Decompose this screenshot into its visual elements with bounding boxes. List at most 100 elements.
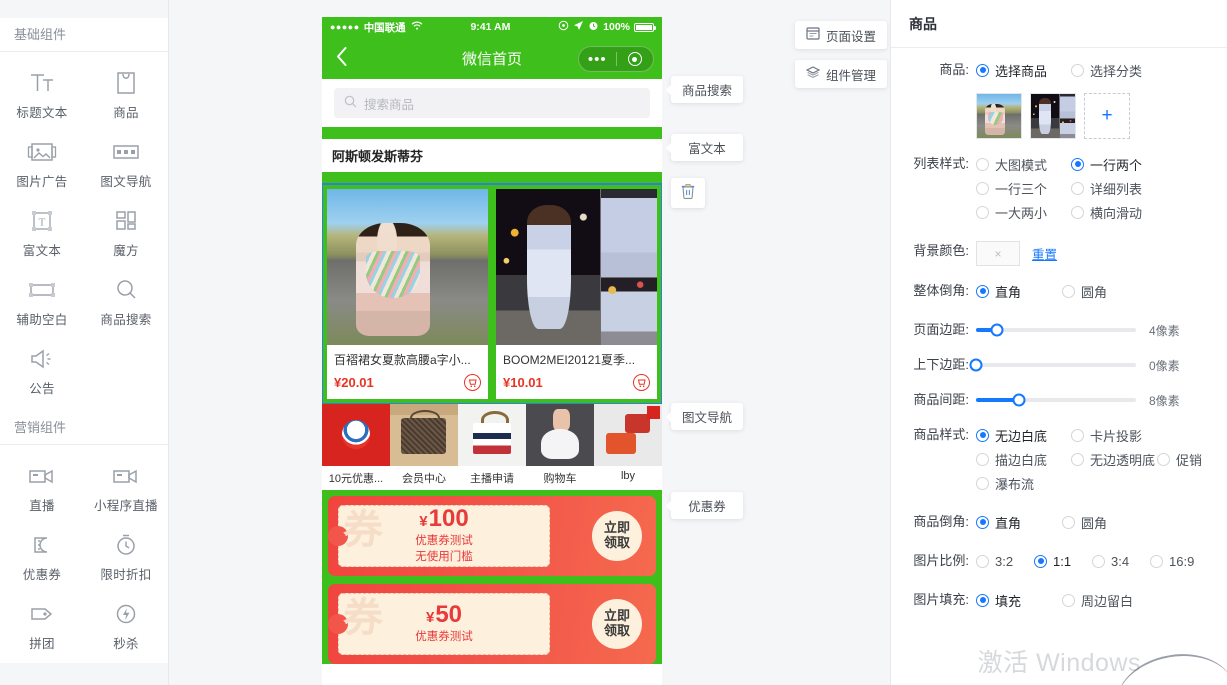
widget-label-image-nav[interactable]: 图文导航	[671, 403, 743, 430]
sidebar-item-announcement[interactable]: 公告	[0, 336, 84, 405]
radio-detail-list[interactable]: 详细列表	[1071, 178, 1142, 198]
cart-icon[interactable]	[633, 374, 650, 391]
goods-search-icon	[113, 275, 139, 305]
goods-card[interactable]: BOOM2MEI20121夏季... ¥10.01	[496, 189, 657, 399]
radio-card-shadow[interactable]: 卡片投影	[1071, 425, 1142, 445]
radio-waterfall[interactable]: 瀑布流	[976, 473, 1071, 493]
radio-borderless-transparent[interactable]: 无边透明底	[1071, 449, 1157, 469]
sidebar-item-image-nav[interactable]: 图文导航	[84, 129, 168, 198]
row-goods-source: 商品: 选择商品 选择分类 +	[891, 60, 1213, 139]
widget-coupon-list[interactable]: 券 ¥100 优惠券测试 无使用门槛 立即 领取 券 ¥50 优惠券测试 立即 …	[322, 490, 662, 664]
widget-label-text: 图文导航	[681, 411, 732, 425]
option-label: 周边留白	[1081, 593, 1134, 609]
green-spacer-1	[322, 127, 662, 139]
sidebar-item-miniprogram-live[interactable]: 小程序直播	[84, 453, 168, 522]
wechat-capsule[interactable]: •••	[578, 46, 654, 72]
image-fill-options: 填充 周边留白	[976, 590, 1213, 614]
radio-ratio-1-1[interactable]: 1:1	[1034, 551, 1092, 571]
goods-thumbnail[interactable]	[1030, 93, 1076, 139]
more-dots-icon[interactable]: •••	[579, 52, 616, 67]
image-nav-item[interactable]: lby	[594, 404, 662, 490]
row-goods-gap: 商品间距: 8像素	[891, 390, 1213, 410]
component-sidebar: 基础组件 标题文本 商品 图片广告 图文导航 T 富文本 魔方 辅助空白 商品搜…	[0, 0, 169, 685]
sidebar-item-blank-space[interactable]: 辅助空白	[0, 267, 84, 336]
radio-padded[interactable]: 周边留白	[1062, 590, 1133, 610]
radio-two-per-row[interactable]: 一行两个	[1071, 154, 1142, 174]
signal-dots-icon: ●●●●●	[330, 22, 360, 32]
radio-ratio-3-2[interactable]: 3:2	[976, 551, 1034, 571]
option-label: 圆角	[1081, 284, 1108, 300]
rich-text-icon: T	[29, 206, 55, 236]
status-right-icons: 100%	[558, 20, 656, 34]
goods-thumbnail[interactable]	[976, 93, 1022, 139]
sidebar-item-coupon[interactable]: 优惠券	[0, 522, 84, 591]
radio-indicator	[1092, 554, 1105, 568]
radio-goods-square-corner[interactable]: 直角	[976, 512, 1062, 532]
page-margin-slider[interactable]	[976, 323, 1136, 337]
sidebar-item-live[interactable]: 直播	[0, 453, 84, 522]
widget-goods-grid[interactable]: 百褶裙女夏款高腰a字小... ¥20.01 BOOM2MEI20121夏季...…	[322, 183, 662, 405]
page-settings-button[interactable]: 页面设置	[795, 21, 888, 49]
image-nav-label: lby	[620, 470, 636, 482]
widget-label-coupon[interactable]: 优惠券	[671, 492, 743, 519]
radio-one-big-two-small[interactable]: 一大两小	[976, 202, 1071, 222]
image-nav-item[interactable]: 主播申请	[458, 404, 526, 490]
goods-gap-slider[interactable]	[976, 393, 1136, 407]
sidebar-item-timed-discount[interactable]: 限时折扣	[84, 522, 168, 591]
back-chevron-icon[interactable]	[322, 46, 360, 70]
image-nav-item[interactable]: 会员中心	[390, 404, 458, 490]
goods-card[interactable]: 百褶裙女夏款高腰a字小... ¥20.01	[327, 189, 488, 399]
sidebar-item-goods-search[interactable]: 商品搜索	[84, 267, 168, 336]
cart-icon[interactable]	[464, 374, 481, 391]
widget-rich-text[interactable]: 阿斯顿发斯蒂芬	[322, 139, 662, 172]
coupon-card[interactable]: 券 ¥100 优惠券测试 无使用门槛 立即 领取	[328, 496, 656, 576]
coupon-claim-button[interactable]: 立即 领取	[592, 599, 642, 649]
radio-borderless-white[interactable]: 无边白底	[976, 425, 1071, 445]
target-icon[interactable]	[617, 52, 654, 66]
radio-indicator	[976, 284, 989, 298]
sidebar-item-group-buy[interactable]: 拼团	[0, 591, 84, 660]
sidebar-item-rich-text[interactable]: T 富文本	[0, 198, 84, 267]
widget-label-goods-search[interactable]: 商品搜索	[671, 76, 743, 103]
goods-price: ¥20.01	[334, 375, 374, 390]
sidebar-item-title-text[interactable]: 标题文本	[0, 60, 84, 129]
search-input[interactable]: 搜索商品	[334, 88, 650, 118]
widget-goods-search[interactable]: 搜索商品	[322, 79, 662, 127]
sidebar-item-label: 魔方	[113, 244, 139, 258]
radio-big-image-mode[interactable]: 大图模式	[976, 154, 1071, 174]
radio-indicator	[976, 593, 989, 607]
radio-goods-round-corner[interactable]: 圆角	[1062, 512, 1107, 532]
coupon-card[interactable]: 券 ¥50 优惠券测试 立即 领取	[328, 584, 656, 664]
radio-promotion[interactable]: 促销	[1157, 449, 1202, 469]
sidebar-item-label: 小程序直播	[93, 499, 158, 513]
vertical-margin-slider[interactable]	[969, 358, 1136, 372]
radio-square-corner[interactable]: 直角	[976, 281, 1062, 301]
option-label: 选择分类	[1090, 63, 1143, 79]
sidebar-item-seckill[interactable]: 秒杀	[84, 591, 168, 660]
radio-round-corner[interactable]: 圆角	[1062, 281, 1107, 301]
radio-outlined-white[interactable]: 描边白底	[976, 449, 1071, 469]
radio-select-category[interactable]: 选择分类	[1071, 60, 1142, 80]
radio-ratio-3-4[interactable]: 3:4	[1092, 551, 1150, 571]
radio-select-goods[interactable]: 选择商品	[976, 60, 1071, 80]
row-label: 整体倒角:	[913, 283, 969, 298]
delete-widget-button[interactable]	[671, 178, 705, 208]
option-label: 直角	[995, 284, 1022, 300]
radio-three-per-row[interactable]: 一行三个	[976, 178, 1071, 198]
widget-label-rich-text[interactable]: 富文本	[671, 134, 743, 161]
widget-image-nav[interactable]: 10元优惠... 会员中心 主播申请 购物车 lby	[322, 404, 662, 490]
image-nav-item[interactable]: 购物车	[526, 404, 594, 490]
component-manage-button[interactable]: 组件管理	[795, 60, 888, 88]
sidebar-item-magic-cube[interactable]: 魔方	[84, 198, 168, 267]
background-color-swatch[interactable]: ×	[976, 241, 1020, 266]
coupon-claim-button[interactable]: 立即 领取	[592, 511, 642, 561]
image-nav-item[interactable]: 10元优惠...	[322, 404, 390, 490]
radio-horizontal-scroll[interactable]: 横向滑动	[1071, 202, 1142, 222]
add-goods-button[interactable]: +	[1084, 93, 1130, 139]
radio-ratio-16-9[interactable]: 16:9	[1150, 551, 1194, 571]
image-nav-thumb	[390, 404, 458, 466]
sidebar-item-image-ad[interactable]: 图片广告	[0, 129, 84, 198]
sidebar-item-goods[interactable]: 商品	[84, 60, 168, 129]
radio-fill[interactable]: 填充	[976, 590, 1062, 610]
reset-color-link[interactable]: 重置	[1032, 244, 1057, 263]
